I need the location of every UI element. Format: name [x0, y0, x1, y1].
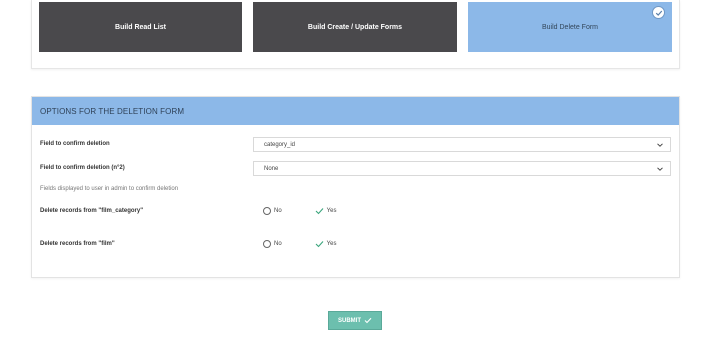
submit-label: SUBMIT [338, 317, 361, 324]
build-delete-form-label: Build Delete Form [541, 23, 599, 31]
build-read-list-label: Build Read List [115, 23, 166, 31]
build-read-list-button[interactable]: Build Read List [39, 2, 242, 52]
field-confirm2-value: None [264, 165, 279, 172]
radio-circle-icon [263, 207, 271, 215]
field-confirm-label: Field to confirm deletion [40, 141, 110, 147]
field-confirm2-select[interactable]: None [253, 161, 671, 176]
build-actions-card: Build Read List Build Create / Update Fo… [31, 0, 680, 69]
delete-film-category-yes-radio[interactable]: Yes [315, 207, 337, 215]
field-confirm-select[interactable]: category_id [253, 137, 671, 152]
build-delete-form-button[interactable]: Build Delete Form [468, 2, 672, 52]
chevron-down-icon [656, 141, 664, 151]
yes-label: Yes [326, 208, 337, 214]
check-icon [364, 317, 372, 324]
yes-label: Yes [326, 241, 337, 247]
no-label: No [274, 241, 282, 247]
chevron-down-icon [656, 165, 664, 175]
delete-film-radio-group: No Yes [263, 240, 336, 248]
delete-film-yes-radio[interactable]: Yes [315, 240, 337, 248]
field-confirm2-label: Field to confirm deletion (n°2) [40, 165, 125, 171]
delete-film-no-radio[interactable]: No [263, 240, 282, 248]
build-create-update-label: Build Create / Update Forms [307, 23, 403, 31]
check-icon [652, 6, 665, 19]
submit-button[interactable]: SUBMIT [328, 311, 382, 330]
delete-film-category-label: Delete records from "film_category" [40, 208, 144, 214]
delete-film-label: Delete records from "film" [40, 241, 115, 247]
delete-film-category-no-radio[interactable]: No [263, 207, 282, 215]
help-text: Fields displayed to user in admin to con… [40, 186, 179, 192]
check-icon [315, 241, 324, 248]
radio-circle-icon [263, 240, 271, 248]
no-label: No [274, 208, 282, 214]
deletion-options-panel: OPTIONS FOR THE DELETION FORM Field to c… [31, 96, 680, 278]
panel-header: OPTIONS FOR THE DELETION FORM [32, 97, 679, 125]
panel-title: OPTIONS FOR THE DELETION FORM [40, 106, 185, 116]
field-confirm-value: category_id [264, 141, 296, 148]
check-icon [315, 208, 324, 215]
delete-film-category-radio-group: No Yes [263, 207, 336, 215]
build-create-update-forms-button[interactable]: Build Create / Update Forms [253, 2, 457, 52]
